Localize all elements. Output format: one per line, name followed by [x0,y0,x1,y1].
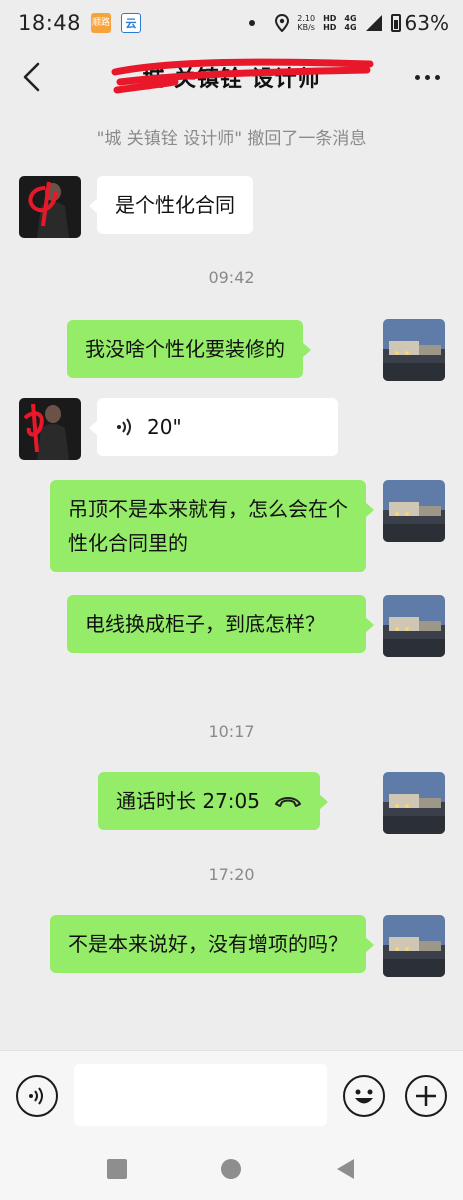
battery-icon [390,14,401,32]
app-notification-icon: 顺路 [91,13,112,33]
cloud-app-notification-icon: 云 [121,13,142,33]
network-speed: 2.10 KB/s [297,14,316,32]
more-dots-icon[interactable] [409,60,445,94]
contact-avatar[interactable] [19,176,81,238]
chat-title[interactable]: 城 关镇铨 设计师 [142,61,320,93]
notification-dot-icon [249,20,256,26]
voice-mode-icon[interactable] [16,1075,58,1117]
call-record-bubble[interactable]: 通话时长 27:05 [98,772,328,830]
my-avatar[interactable] [383,915,445,977]
contact-avatar[interactable] [19,398,81,460]
status-bar: 18:48 顺路 云 2.10 KB/s HD HD 4G 4G 63% [0,0,463,46]
my-avatar[interactable] [383,480,445,542]
my-avatar[interactable] [383,595,445,657]
message-input[interactable] [74,1064,327,1126]
message-bubble-incoming[interactable]: 是个性化合同 [89,176,253,234]
status-time: 18:48 [18,11,82,35]
message-bubble-outgoing[interactable]: 我没啥个性化要装修的 [67,320,311,378]
my-avatar[interactable] [383,772,445,834]
voice-message-bubble[interactable]: 20" [89,398,338,456]
system-nav-bar [0,1140,463,1200]
recall-notice: "城 关镇铨 设计师" 撤回了一条消息 [96,129,367,149]
network-type: 4G 4G [344,14,357,32]
circle-icon[interactable] [220,1158,242,1180]
voice-wave-icon [117,418,131,436]
timestamp: 10:17 [208,722,255,741]
timestamp: 17:20 [208,865,255,884]
signal-strength-icon [365,15,382,31]
message-bubble-outgoing[interactable]: 不是本来说好，没有增项的吗？ [50,915,374,973]
square-icon[interactable] [106,1158,128,1180]
location-icon [275,14,290,32]
phone-hangup-icon [275,797,301,807]
chat-header: 城 关镇铨 设计师 [0,46,463,108]
plus-icon[interactable] [405,1075,447,1117]
hd-icon: HD HD [323,14,337,32]
emoji-icon[interactable] [343,1075,385,1117]
timestamp: 09:42 [208,268,255,287]
message-bubble-outgoing[interactable]: 吊顶不是本来就有，怎么会在个性化合同里的 [50,480,374,572]
battery-percent: 63% [404,11,449,35]
chevron-left-icon[interactable] [18,60,48,94]
voice-duration: 20" [147,415,182,439]
message-bubble-outgoing[interactable]: 电线换成柜子，到底怎样？ [67,595,374,653]
triangle-back-icon[interactable] [334,1158,356,1180]
my-avatar[interactable] [383,319,445,381]
chat-input-bar [0,1050,463,1140]
